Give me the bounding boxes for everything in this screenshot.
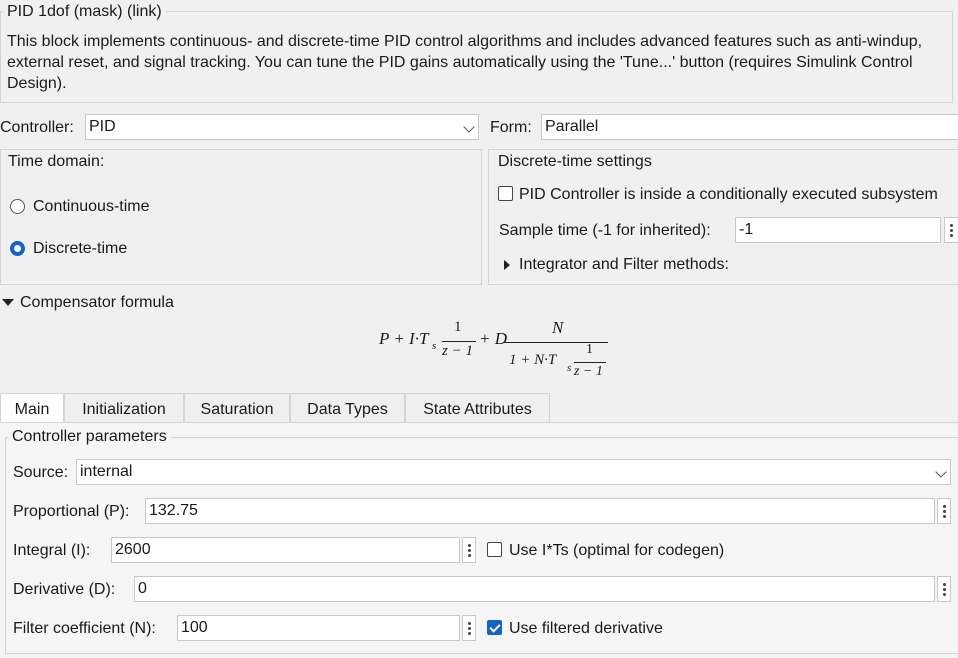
tab-saturation[interactable]: Saturation (184, 393, 290, 422)
source-dropdown[interactable]: internal (76, 459, 951, 485)
formula-one: 1 (454, 319, 462, 335)
chevron-down-icon (463, 121, 475, 133)
tab-initialization[interactable]: Initialization (64, 393, 184, 422)
formula-one2: 1 (586, 342, 593, 357)
formula-s2: s (567, 362, 572, 374)
formula-s1: s (432, 340, 437, 352)
sample-time-more-icon[interactable] (944, 217, 958, 243)
filter-coefficient-label: Filter coefficient (N): (13, 620, 156, 637)
derivative-more-icon[interactable] (937, 576, 951, 602)
controller-label: Controller: (0, 119, 74, 136)
integral-more-icon[interactable] (462, 537, 476, 563)
proportional-label: Proportional (P): (13, 503, 130, 520)
derivative-label: Derivative (D): (13, 581, 116, 598)
compensator-formula-label[interactable]: Compensator formula (20, 294, 174, 312)
conditional-subsystem-checkbox[interactable] (498, 186, 513, 201)
integral-input[interactable]: 2600 (111, 537, 460, 563)
form-label: Form: (490, 119, 532, 136)
proportional-input[interactable]: 132.75 (145, 498, 935, 524)
form-dropdown[interactable]: Parallel (541, 114, 958, 140)
collapse-down-icon[interactable] (2, 299, 14, 306)
continuous-time-radio[interactable] (10, 199, 25, 214)
controller-parameters-label: Controller parameters (8, 428, 171, 446)
formula-den1: z − 1 (442, 343, 473, 359)
use-filtered-derivative-checkbox[interactable] (487, 620, 502, 635)
discrete-time-label[interactable]: Discrete-time (33, 240, 127, 258)
integral-label: Integral (I): (13, 542, 91, 559)
integrator-methods-label[interactable]: Integrator and Filter methods: (519, 256, 729, 274)
sample-time-label: Sample time (-1 for inherited): (499, 222, 711, 239)
discrete-settings-label: Discrete-time settings (494, 153, 656, 171)
discrete-time-radio[interactable] (10, 241, 25, 256)
tab-data-types[interactable]: Data Types (290, 393, 405, 422)
proportional-more-icon[interactable] (937, 498, 951, 524)
derivative-input[interactable]: 0 (134, 576, 935, 602)
proportional-value: 132.75 (149, 502, 198, 519)
form-value: Parallel (545, 118, 599, 135)
block-description: This block implements continuous- and di… (7, 33, 923, 92)
tab-state-attributes[interactable]: State Attributes (405, 393, 550, 422)
integral-value: 2600 (115, 541, 151, 558)
block-title: PID 1dof (mask) (link) (3, 3, 166, 21)
chevron-down-icon (935, 466, 947, 478)
sample-time-input[interactable]: -1 (735, 217, 941, 243)
formula-den-left: 1 + N·T (509, 352, 557, 368)
use-its-label[interactable]: Use I*Ts (optimal for codegen) (509, 542, 724, 560)
compensator-formula: P + I·T s 1 z − 1 + D N 1 + N·T s 1 z − … (376, 316, 616, 386)
derivative-value: 0 (138, 580, 147, 597)
source-value: internal (80, 463, 133, 480)
use-its-checkbox[interactable] (487, 542, 502, 557)
formula-plusd: + D (479, 329, 507, 348)
formula-n: N (552, 318, 564, 337)
use-filtered-derivative-label[interactable]: Use filtered derivative (509, 620, 663, 638)
tab-main[interactable]: Main (0, 393, 64, 423)
formula-pi: P + I·T (379, 329, 429, 348)
controller-value: PID (89, 118, 116, 135)
sample-time-value: -1 (739, 221, 754, 238)
source-label: Source: (13, 464, 69, 481)
formula-den2: z − 1 (574, 364, 603, 379)
conditional-subsystem-label[interactable]: PID Controller is inside a conditionally… (519, 186, 958, 204)
controller-dropdown[interactable]: PID (85, 114, 479, 140)
filter-coefficient-more-icon[interactable] (462, 615, 476, 641)
continuous-time-label[interactable]: Continuous-time (33, 198, 150, 216)
time-domain-label: Time domain: (8, 153, 109, 171)
filter-coefficient-value: 100 (181, 619, 208, 636)
expand-right-icon[interactable] (504, 260, 510, 270)
filter-coefficient-input[interactable]: 100 (177, 615, 460, 641)
